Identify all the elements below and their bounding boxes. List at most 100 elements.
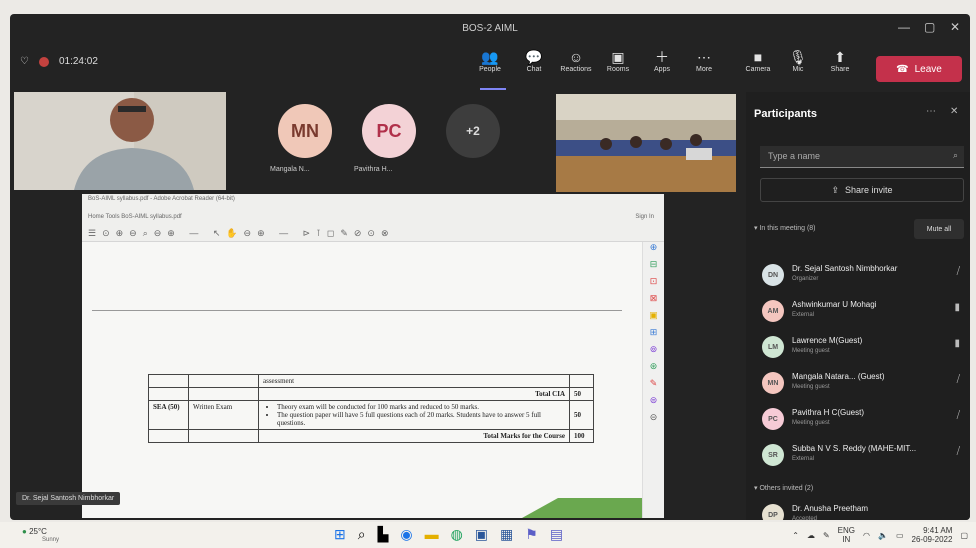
pdf-side-tools[interactable]: ⊕ ⊟ ⊡ ⊠ ▣ ⊞ ⊚ ⊛ ✎ ⊜ ⊝ (642, 242, 664, 518)
participant-row[interactable]: DN Dr. Sejal Santosh Nimbhorkar Organizer ⧸ (762, 260, 970, 294)
pdf-footer-graphic (522, 498, 642, 518)
weather-widget[interactable]: ● 25°C (22, 527, 47, 536)
rooms-button[interactable]: ▣ Rooms (600, 48, 636, 73)
desktop: BOS-2 AIML — ▢ ✕ ♡ 01:24:02 👥 People 💬 Chat… (0, 0, 976, 548)
avatar-name: Pavithra H... (354, 166, 393, 173)
participant-role: Meeting guest (792, 420, 830, 426)
share-button[interactable]: ⬆ Share (822, 48, 858, 73)
page-break (92, 310, 622, 311)
participant-role: Organizer (792, 276, 819, 282)
overflow-participants[interactable]: +2 (446, 104, 500, 158)
mic-button[interactable]: 🎙 Mic (780, 48, 816, 73)
mic-icon: 🎙 (789, 49, 807, 65)
apps-button[interactable]: ＋ Apps (644, 48, 680, 73)
people-button[interactable]: 👥 People (472, 48, 508, 73)
reactions-button[interactable]: ☺ Reactions (558, 48, 594, 73)
wifi-icon[interactable]: ◠ (863, 531, 870, 540)
meeting-timer: 01:24:02 (58, 56, 98, 67)
presenter-image (14, 92, 226, 190)
edge-icon[interactable]: ◉ (400, 526, 412, 543)
taskbar-apps[interactable]: ⊞ ⌕ ▙ ◉ ▬ ◍ ▣ ▦ ⚑ ▤ (334, 526, 563, 543)
system-tray[interactable]: ⌃ ☁ ✎ ENG IN ◠ 🔈 ▭ 9:41 AM 26-09-2022 ▢ (792, 526, 968, 544)
mic-off-icon[interactable]: ⧸ (957, 374, 960, 385)
pdf-tool-icons[interactable]: ☰⊙⊕⊖⌕⊖⊕ — ↖✋⊖⊕ — ⊳⊺◻✎⊘⊙⊗ (88, 228, 395, 239)
more-button[interactable]: ⋯ More (686, 48, 722, 73)
presenter-video[interactable] (14, 92, 226, 190)
section-label: In this meeting (8) (759, 225, 816, 232)
mic-icon[interactable]: ▮ (954, 338, 960, 349)
cell: SEA (50) (148, 400, 189, 430)
taskview-icon[interactable]: ▙ (378, 526, 389, 543)
shared-pdf[interactable]: BoS-AIML syllabus.pdf - Adobe Acrobat Re… (82, 194, 664, 518)
chat-icon: 💬 (525, 49, 543, 65)
pdf-menu: Home Tools BoS-AIML syllabus.pdf (88, 214, 182, 220)
mute-all-button[interactable]: Mute all (914, 219, 964, 239)
weather-sub: Sunny (42, 537, 60, 543)
word-icon[interactable]: ▦ (500, 526, 513, 543)
in-meeting-header[interactable]: ▾ In this meeting (8) (754, 224, 816, 232)
others-invited-header[interactable]: ▾ Others invited (2) (754, 484, 813, 492)
mic-off-icon[interactable]: ⧸ (957, 410, 960, 421)
app-icon[interactable]: ▤ (550, 526, 563, 543)
lang-sub: IN (842, 535, 851, 544)
toolbar-label: Chat (526, 66, 542, 73)
teams-icon[interactable]: ⚑ (525, 526, 538, 543)
clock[interactable]: 9:41 AM 26-09-2022 (912, 526, 953, 544)
participant-avatar: SR (762, 444, 784, 466)
search-input[interactable]: Type a name ⌕ (760, 146, 964, 168)
phone-icon: ☎ (896, 63, 909, 75)
avatar-initials: MN (291, 120, 319, 141)
mic-off-icon[interactable]: ⧸ (957, 446, 960, 457)
mic-off-icon[interactable]: ⧸ (957, 266, 960, 277)
participants-panel: Participants ⋯ ✕ Type a name ⌕ ⇪ Share inv… (746, 92, 970, 520)
participant-row[interactable]: LM Lawrence M(Guest) Meeting guest ▮ (762, 332, 970, 366)
sign-in-link[interactable]: Sign In (635, 214, 654, 220)
participant-row[interactable]: AM Ashwinkumar U Mohagi External ▮ (762, 296, 970, 330)
chat-button[interactable]: 💬 Chat (516, 48, 552, 73)
participant-role: External (792, 312, 815, 318)
explorer-icon[interactable]: ▬ (425, 526, 439, 543)
close-panel-icon[interactable]: ✕ (950, 106, 958, 117)
leave-button[interactable]: ☎ Leave (876, 56, 962, 82)
pen-icon[interactable]: ✎ (823, 531, 830, 540)
room-video[interactable] (556, 94, 736, 192)
toolbar-label: Share (830, 66, 850, 73)
cloud-icon[interactable]: ☁ (807, 531, 815, 540)
maximize-icon[interactable]: ▢ (924, 20, 935, 34)
participant-row[interactable]: DP Dr. Anusha Preetham Accepted (762, 500, 970, 520)
search-icon[interactable]: ⌕ (358, 526, 366, 543)
camera-button[interactable]: ■ Camera (740, 48, 776, 73)
cell: 50 (569, 387, 594, 401)
participant-row[interactable]: SR Subba N V S. Reddy (MAHE-MIT... Externa… (762, 440, 970, 474)
notification-icon[interactable]: ▢ (960, 531, 968, 540)
language-indicator[interactable]: ENG IN (838, 526, 855, 544)
store-icon[interactable]: ▣ (475, 526, 488, 543)
volume-icon[interactable]: 🔈 (878, 531, 888, 540)
lang: ENG (837, 526, 855, 535)
participant-row[interactable]: PC Pavithra H C(Guest) Meeting guest ⧸ (762, 404, 970, 438)
time: 9:41 AM (923, 526, 953, 535)
start-icon[interactable]: ⊞ (334, 526, 346, 543)
recording-icon (38, 56, 49, 67)
battery-icon[interactable]: ▭ (896, 531, 904, 540)
chrome-icon[interactable]: ◍ (451, 526, 463, 543)
chevron-up-icon[interactable]: ⌃ (792, 531, 799, 540)
avatar-pc[interactable]: PC (362, 104, 416, 158)
share-invite-button[interactable]: ⇪ Share invite (760, 178, 964, 202)
taskbar: ● 25°C Sunny ⊞ ⌕ ▙ ◉ ▬ ◍ ▣ ▦ ⚑ ▤ ⌃ ☁ ✎ E… (0, 522, 976, 548)
shield-icon: ♡ (20, 56, 29, 67)
cell: Total Marks for the Course (258, 429, 570, 443)
avatar-mn[interactable]: MN (278, 104, 332, 158)
toolbar-label: Mic (792, 66, 804, 73)
participant-row[interactable]: MN Mangala Natara... (Guest) Meeting guest… (762, 368, 970, 402)
date: 26-09-2022 (911, 535, 953, 544)
search-icon: ⌕ (952, 150, 958, 160)
window-title: BOS-2 AIML (462, 23, 518, 34)
minimize-icon[interactable]: — (898, 20, 910, 34)
close-icon[interactable]: ✕ (950, 20, 960, 34)
mic-icon[interactable]: ▮ (954, 302, 960, 313)
participant-name: Mangala Natara... (Guest) (792, 372, 885, 381)
more-options-icon[interactable]: ⋯ (926, 106, 936, 117)
participant-role: Meeting guest (792, 384, 830, 390)
teams-window: BOS-2 AIML — ▢ ✕ ♡ 01:24:02 👥 People 💬 Chat… (10, 14, 970, 520)
